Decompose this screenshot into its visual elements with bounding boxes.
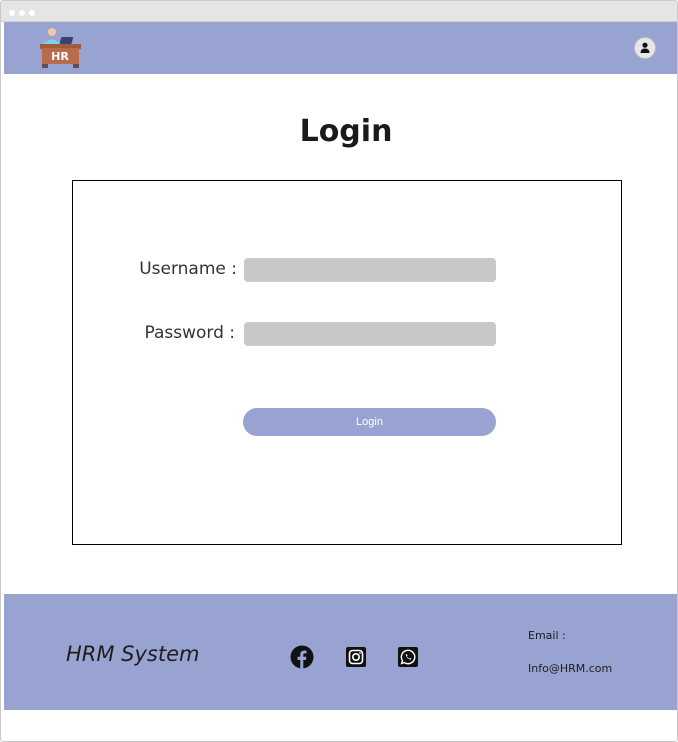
window-titlebar bbox=[1, 1, 677, 22]
email-address[interactable]: Info@HRM.com bbox=[528, 662, 612, 675]
facebook-icon bbox=[290, 645, 314, 669]
footer-brand: HRM System bbox=[66, 642, 200, 666]
browser-window: HR Login Username : Password : Login HRM… bbox=[0, 0, 678, 742]
email-label: Email : bbox=[528, 629, 566, 642]
window-dot-3 bbox=[29, 10, 35, 16]
whatsapp-link[interactable] bbox=[396, 645, 420, 669]
facebook-link[interactable] bbox=[290, 645, 314, 669]
top-header: HR bbox=[4, 22, 677, 74]
password-label: Password : bbox=[144, 323, 235, 343]
login-form bbox=[72, 180, 622, 545]
login-button[interactable]: Login bbox=[243, 408, 496, 436]
username-label: Username : bbox=[139, 259, 237, 279]
instagram-link[interactable] bbox=[344, 645, 368, 669]
logo-text: HR bbox=[51, 50, 69, 63]
password-input[interactable] bbox=[244, 322, 496, 346]
instagram-icon bbox=[346, 647, 366, 667]
hr-logo[interactable]: HR bbox=[38, 27, 84, 69]
username-input[interactable] bbox=[244, 258, 496, 282]
user-account-button[interactable] bbox=[634, 37, 656, 59]
whatsapp-icon bbox=[398, 647, 418, 667]
window-dot-1 bbox=[9, 10, 15, 16]
page-title: Login bbox=[299, 114, 393, 149]
footer: HRM System Email : Info@HRM.com bbox=[4, 594, 677, 710]
window-dot-2 bbox=[19, 10, 25, 16]
hr-desk-logo-icon: HR bbox=[40, 28, 81, 68]
user-icon bbox=[640, 42, 650, 53]
